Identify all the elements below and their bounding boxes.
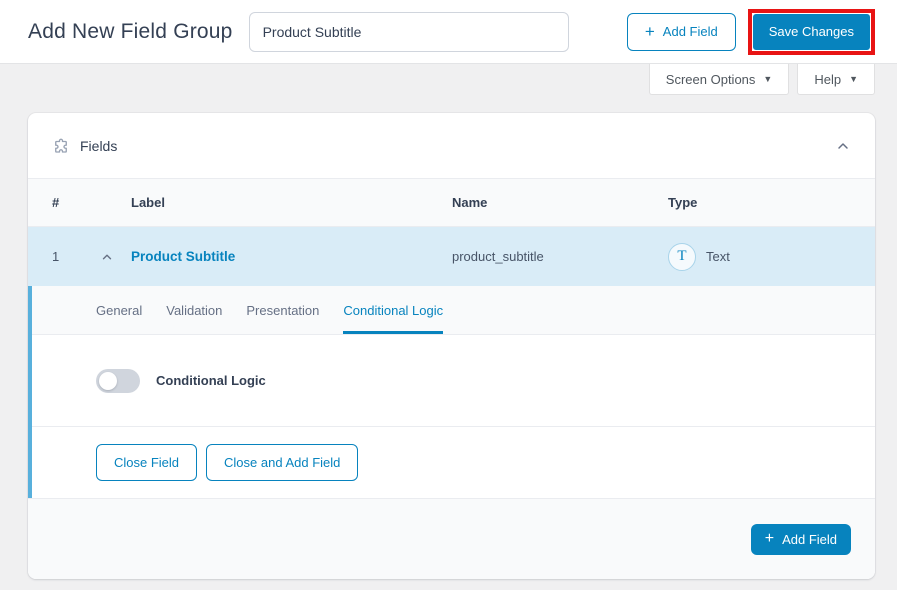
field-order-number: 1	[52, 249, 100, 264]
column-header-type: Type	[668, 195, 875, 210]
field-type-cell: T Text	[668, 243, 875, 271]
text-type-icon: T	[668, 243, 696, 271]
save-button-highlight-annotation: Save Changes	[748, 9, 875, 55]
add-field-button-label: Add Field	[663, 24, 718, 39]
help-button[interactable]: Help ▼	[797, 64, 875, 95]
column-header-label: Label	[131, 195, 452, 210]
caret-down-icon: ▼	[849, 74, 858, 84]
tab-conditional-logic[interactable]: Conditional Logic	[343, 286, 443, 334]
top-header-bar: Add New Field Group + Add Field Save Cha…	[0, 0, 897, 64]
add-field-button-footer[interactable]: + Add Field	[751, 524, 851, 555]
tab-general[interactable]: General	[96, 286, 142, 334]
toggle-knob	[99, 372, 117, 390]
plus-icon: +	[765, 531, 774, 547]
screen-options-label: Screen Options	[666, 72, 756, 87]
column-header-order: #	[52, 195, 100, 210]
page-title: Add New Field Group	[28, 20, 233, 44]
close-and-add-field-label: Close and Add Field	[224, 455, 340, 470]
tab-validation[interactable]: Validation	[166, 286, 222, 334]
fields-panel-footer: + Add Field	[28, 498, 875, 579]
header-actions: + Add Field Save Changes	[627, 9, 875, 55]
save-changes-button[interactable]: Save Changes	[753, 14, 870, 50]
close-field-button[interactable]: Close Field	[96, 444, 197, 481]
conditional-logic-toggle[interactable]	[96, 369, 140, 393]
field-name: product_subtitle	[452, 249, 668, 264]
fields-table-header: # Label Name Type	[28, 179, 875, 227]
panel-collapse-chevron-up-icon[interactable]	[835, 138, 851, 154]
row-collapse-chevron-up-icon[interactable]	[100, 250, 131, 264]
column-header-name: Name	[452, 195, 668, 210]
field-type-label: Text	[706, 249, 730, 264]
field-settings-tabbar: General Validation Presentation Conditio…	[32, 286, 875, 335]
open-field-settings: General Validation Presentation Conditio…	[28, 286, 875, 498]
screen-options-row: Screen Options ▼ Help ▼	[0, 64, 897, 95]
caret-down-icon: ▼	[763, 74, 772, 84]
field-close-actions: Close Field Close and Add Field	[32, 427, 875, 498]
close-field-label: Close Field	[114, 455, 179, 470]
conditional-logic-toggle-label: Conditional Logic	[156, 373, 266, 388]
conditional-logic-setting: Conditional Logic	[32, 335, 875, 427]
field-row[interactable]: 1 Product Subtitle product_subtitle T Te…	[28, 227, 875, 286]
screen-options-button[interactable]: Screen Options ▼	[649, 64, 790, 95]
puzzle-icon	[52, 137, 70, 155]
field-label-link[interactable]: Product Subtitle	[131, 249, 452, 264]
plus-icon: +	[645, 23, 655, 40]
fields-panel: Fields # Label Name Type 1 Product Subti…	[28, 113, 875, 579]
tab-presentation[interactable]: Presentation	[246, 286, 319, 334]
field-group-title-input[interactable]	[249, 12, 569, 52]
save-changes-label: Save Changes	[769, 24, 854, 39]
fields-panel-header: Fields	[28, 113, 875, 179]
add-field-footer-label: Add Field	[782, 532, 837, 547]
fields-panel-title: Fields	[80, 138, 117, 154]
add-field-button-header[interactable]: + Add Field	[627, 13, 736, 51]
close-and-add-field-button[interactable]: Close and Add Field	[206, 444, 358, 481]
help-label: Help	[814, 72, 841, 87]
